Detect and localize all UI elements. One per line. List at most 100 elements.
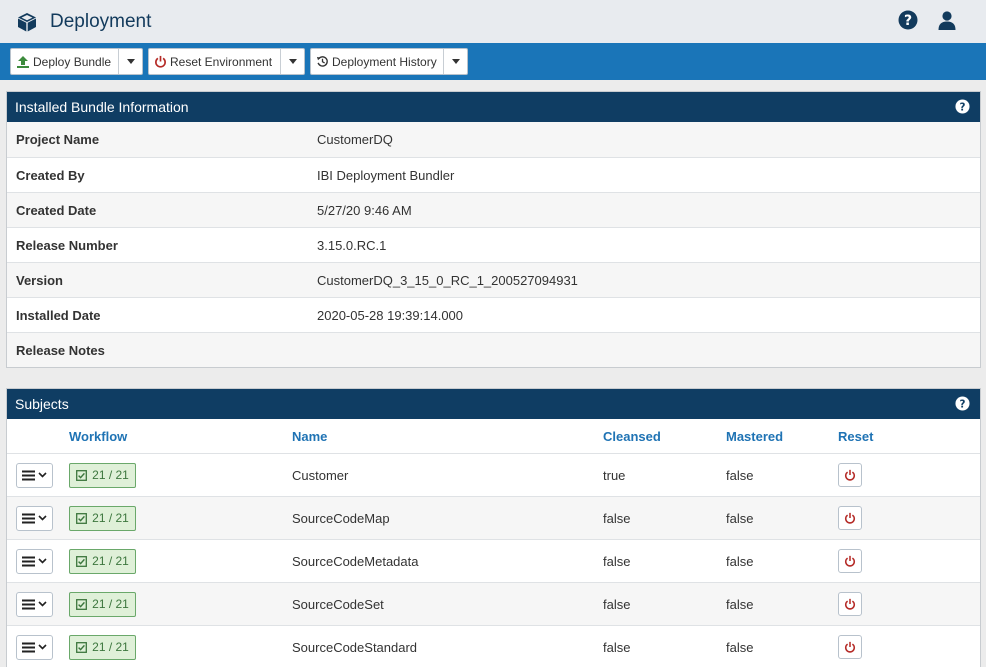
workflow-cell: 21 / 21 <box>69 634 292 660</box>
workflow-cell: 21 / 21 <box>69 591 292 617</box>
workflow-cell: 21 / 21 <box>69 505 292 531</box>
user-icon[interactable] <box>936 9 958 31</box>
power-icon <box>845 555 855 567</box>
table-row: 21 / 21 SourceCodeMap false false <box>7 497 980 540</box>
workflow-count: 21 / 21 <box>92 468 129 482</box>
info-key: Created By <box>16 167 85 183</box>
column-header-cleansed[interactable]: Cleansed <box>603 429 726 444</box>
column-header-name[interactable]: Name <box>292 429 603 444</box>
info-key: Created Date <box>16 202 97 218</box>
info-key: Release Notes <box>16 342 105 358</box>
reset-subject-button[interactable] <box>838 506 862 530</box>
check-square-icon <box>76 555 88 567</box>
power-icon <box>845 598 855 610</box>
row-menu-button[interactable] <box>16 634 53 660</box>
info-key: Release Number <box>16 237 118 253</box>
cleansed-value: false <box>603 596 631 612</box>
info-key: Version <box>16 272 63 288</box>
row-menu-button[interactable] <box>16 591 53 617</box>
chevron-down-icon <box>126 59 135 64</box>
info-key: Project Name <box>16 132 100 147</box>
table-row: 21 / 21 SourceCodeMetadata false false <box>7 540 980 583</box>
info-key: Installed Date <box>16 307 101 323</box>
panel-title: Installed Bundle Information <box>15 99 189 115</box>
mastered-value: false <box>726 553 754 569</box>
chevron-down-icon <box>288 59 297 64</box>
mastered-value: false <box>726 639 754 655</box>
row-menu-cell <box>7 505 69 531</box>
info-row: Release Number 3.15.0.RC.1 <box>7 227 980 262</box>
subject-name: Customer <box>292 467 349 483</box>
table-row: 21 / 21 SourceCodeSet false false <box>7 583 980 626</box>
check-square-icon <box>76 641 88 653</box>
column-header-workflow[interactable]: Workflow <box>69 429 292 444</box>
deploy-bundle-button[interactable]: Deploy Bundle <box>11 49 118 74</box>
upload-icon <box>17 55 29 68</box>
workflow-badge[interactable]: 21 / 21 <box>69 634 136 660</box>
cleansed-value: false <box>603 639 631 655</box>
cleansed-value: false <box>603 510 631 526</box>
reset-cell <box>838 506 968 530</box>
help-icon[interactable]: ? <box>955 396 970 414</box>
deployment-history-dropdown[interactable] <box>443 49 467 74</box>
table-row: 21 / 21 Customer true false <box>7 454 980 497</box>
reset-subject-button[interactable] <box>838 549 862 573</box>
workflow-count: 21 / 21 <box>92 640 129 654</box>
workflow-badge[interactable]: 21 / 21 <box>69 548 136 574</box>
reset-environment-button[interactable]: Reset Environment <box>149 49 280 74</box>
reset-cell <box>838 635 968 659</box>
reset-subject-button[interactable] <box>838 592 862 616</box>
deploy-bundle-label: Deploy Bundle <box>33 54 112 69</box>
subjects-table-body: 21 / 21 Customer true false 21 / 21 Sour… <box>7 454 980 667</box>
deployment-history-button[interactable]: Deployment History <box>311 49 443 74</box>
info-value: 3.15.0.RC.1 <box>317 237 387 253</box>
reset-cell <box>838 549 968 573</box>
info-row: Created By IBI Deployment Bundler <box>7 157 980 192</box>
table-row: 21 / 21 SourceCodeStandard false false <box>7 626 980 667</box>
svg-text:?: ? <box>904 13 912 29</box>
info-value: CustomerDQ <box>317 132 393 147</box>
bundle-info-list: Project Name CustomerDQ Created By IBI Dep… <box>7 122 980 367</box>
hamburger-icon <box>22 599 35 609</box>
row-menu-button[interactable] <box>16 462 53 488</box>
info-row: Created Date 5/27/20 9:46 AM <box>7 192 980 227</box>
deploy-bundle-dropdown[interactable] <box>118 49 142 74</box>
reset-subject-button[interactable] <box>838 463 862 487</box>
cube-icon <box>16 11 38 33</box>
column-header-reset[interactable]: Reset <box>838 429 968 444</box>
workflow-badge[interactable]: 21 / 21 <box>69 505 136 531</box>
subject-name: SourceCodeMetadata <box>292 553 419 569</box>
help-icon[interactable]: ? <box>955 99 970 117</box>
column-header-mastered[interactable]: Mastered <box>726 429 838 444</box>
row-menu-cell <box>7 591 69 617</box>
panel-title: Subjects <box>15 396 69 412</box>
workflow-cell: 21 / 21 <box>69 548 292 574</box>
row-menu-cell <box>7 462 69 488</box>
workflow-badge[interactable]: 21 / 21 <box>69 591 136 617</box>
history-icon <box>316 56 328 67</box>
info-row: Project Name CustomerDQ <box>7 122 980 157</box>
reset-subject-button[interactable] <box>838 635 862 659</box>
workflow-badge[interactable]: 21 / 21 <box>69 462 136 488</box>
mastered-value: false <box>726 596 754 612</box>
info-value: CustomerDQ_3_15_0_RC_1_200527094931 <box>317 272 578 288</box>
reset-environment-split-button: Reset Environment <box>148 48 305 75</box>
panel-header: Subjects ? <box>7 389 980 419</box>
row-menu-button[interactable] <box>16 548 53 574</box>
cleansed-value: false <box>603 553 631 569</box>
chevron-down-icon <box>38 644 47 650</box>
row-menu-cell <box>7 634 69 660</box>
chevron-down-icon <box>451 59 460 64</box>
hamburger-icon <box>22 470 35 480</box>
title-bar: Deployment ? <box>0 0 986 43</box>
subjects-panel: Subjects ? Workflow Name Cleansed Master… <box>6 388 981 667</box>
chevron-down-icon <box>38 472 47 478</box>
deployment-history-label: Deployment History <box>332 54 437 69</box>
reset-environment-dropdown[interactable] <box>280 49 304 74</box>
workflow-cell: 21 / 21 <box>69 462 292 488</box>
info-row: Version CustomerDQ_3_15_0_RC_1_2005270949… <box>7 262 980 297</box>
help-icon[interactable]: ? <box>897 9 919 31</box>
workflow-count: 21 / 21 <box>92 597 129 611</box>
subjects-table-header: Workflow Name Cleansed Mastered Reset <box>7 419 980 454</box>
row-menu-button[interactable] <box>16 505 53 531</box>
